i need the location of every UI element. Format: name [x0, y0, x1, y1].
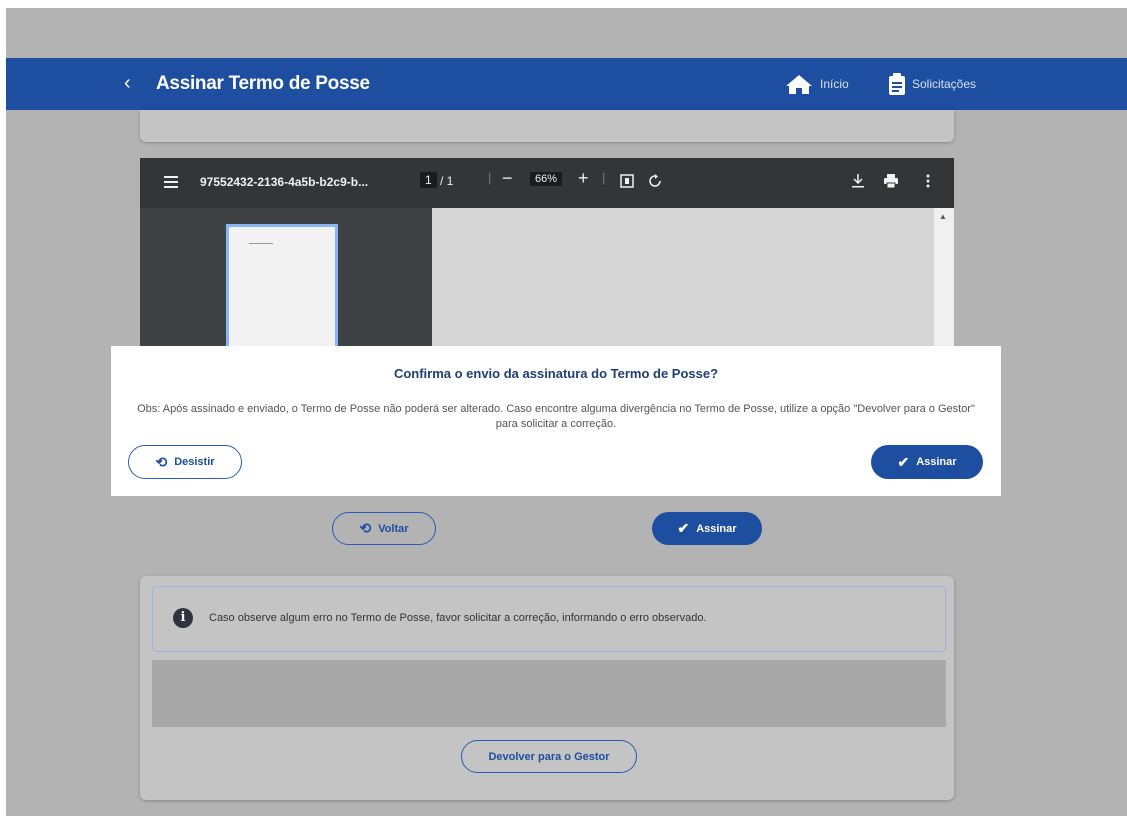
toolbar-divider: | — [488, 170, 492, 185]
zoom-in-icon[interactable]: + — [578, 168, 589, 189]
more-icon[interactable] — [926, 174, 930, 188]
thumbnail-text-line — [249, 243, 273, 244]
pdf-page-input[interactable]: 1 — [420, 172, 437, 188]
desistir-label: Desistir — [174, 456, 215, 468]
desistir-button[interactable]: ⟲ Desistir — [128, 445, 242, 479]
assinar-button[interactable]: ✔ Assinar — [652, 512, 762, 545]
pdf-filename: 97552432-2136-4a5b-b2c9-b... — [200, 175, 369, 189]
confirm-assinar-label: Assinar — [916, 456, 957, 468]
undo-icon: ⟲ — [155, 453, 168, 470]
page-backdrop: ‹ Assinar Termo de Posse Início Solicita… — [6, 8, 1127, 816]
assinar-label: Assinar — [696, 522, 737, 535]
top-content-card — [140, 110, 954, 142]
pdf-page-thumbnail[interactable] — [226, 224, 338, 364]
pdf-toolbar: 97552432-2136-4a5b-b2c9-b... 1 / 1 | − 6… — [140, 158, 954, 208]
menu-icon[interactable] — [164, 176, 178, 188]
info-alert: i Caso observe algum erro no Termo de Po… — [152, 586, 946, 652]
dialog-message: Obs: Após assinado e enviado, o Termo de… — [137, 403, 975, 430]
nav-requests-link[interactable]: Solicitações — [888, 73, 976, 95]
pdf-viewer-body: ▲ — [140, 208, 954, 364]
nav-home-label: Início — [820, 77, 849, 91]
confirm-assinar-button[interactable]: ✔ Assinar — [871, 445, 983, 479]
chevron-left-icon[interactable]: ‹ — [124, 72, 131, 94]
download-icon[interactable] — [852, 174, 864, 188]
dialog-title: Confirma o envio da assinatura do Termo … — [393, 366, 719, 381]
check-icon: ✔ — [677, 520, 690, 536]
confirm-dialog: Confirma o envio da assinatura do Termo … — [111, 346, 1001, 496]
check-icon: ✔ — [897, 453, 910, 470]
fit-page-icon[interactable] — [620, 174, 634, 188]
devolver-gestor-label: Devolver para o Gestor — [488, 750, 610, 763]
pdf-zoom-input[interactable]: 66% — [530, 172, 563, 186]
pdf-thumbnail-sidebar — [140, 208, 432, 364]
undo-icon: ⟲ — [359, 520, 372, 536]
voltar-button[interactable]: ⟲ Voltar — [332, 512, 436, 545]
nav-home-link[interactable]: Início — [784, 73, 849, 95]
info-icon: i — [173, 608, 193, 628]
top-navigation-bar: ‹ Assinar Termo de Posse Início Solicita… — [6, 58, 1127, 110]
zoom-out-icon[interactable]: − — [502, 168, 513, 189]
correction-textarea[interactable] — [152, 660, 946, 727]
devolver-gestor-button[interactable]: Devolver para o Gestor — [461, 740, 637, 773]
pdf-scrollbar[interactable]: ▲ — [934, 208, 954, 354]
page-title: Assinar Termo de Posse — [156, 73, 370, 94]
print-icon[interactable] — [884, 174, 898, 188]
scroll-up-icon[interactable]: ▲ — [939, 212, 947, 221]
info-text: Caso observe algum erro no Termo de Poss… — [209, 612, 707, 624]
voltar-label: Voltar — [378, 522, 409, 535]
pdf-page-canvas — [432, 208, 934, 354]
toolbar-divider: | — [602, 170, 606, 185]
nav-requests-label: Solicitações — [912, 77, 977, 91]
pdf-page-total: / 1 — [440, 174, 454, 188]
clipboard-icon — [889, 73, 905, 95]
rotate-icon[interactable] — [648, 174, 662, 188]
home-icon — [786, 75, 812, 94]
